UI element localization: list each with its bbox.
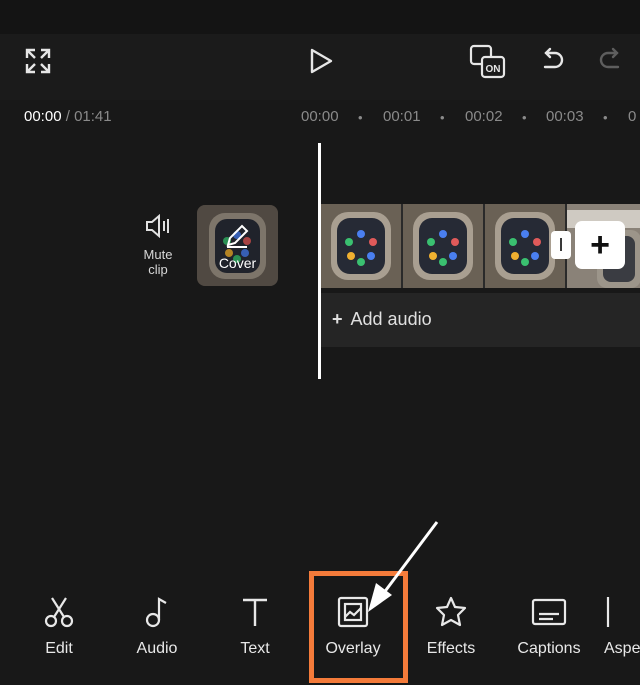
time-display: 00:00 / 01:41 (24, 108, 112, 125)
preview-on-icon[interactable]: ON (468, 42, 508, 80)
clip-frame (321, 204, 401, 288)
plus-icon: + (332, 309, 343, 329)
tool-label: Edit (45, 640, 73, 657)
clip-frame (403, 204, 483, 288)
ruler-tick: 00:03 (546, 108, 584, 125)
tool-edit[interactable]: Edit (13, 590, 105, 658)
tool-label: Effects (426, 640, 476, 657)
tool-audio[interactable]: Audio (111, 590, 203, 658)
fullscreen-icon[interactable] (22, 45, 54, 77)
cover-thumbnail[interactable]: Cover (197, 205, 278, 286)
tool-text[interactable]: Text (209, 590, 301, 658)
overlay-highlight-box (309, 571, 408, 683)
svg-text:ON: ON (486, 64, 501, 75)
ruler-tick: 00:00 (301, 108, 339, 125)
tool-label: Audio (136, 640, 178, 657)
ruler-tick: 00:01 (383, 108, 421, 125)
tool-captions[interactable]: Captions (503, 590, 595, 658)
tool-label: Aspe (604, 640, 640, 657)
speaker-icon (146, 213, 169, 239)
ruler-dot: • (522, 110, 527, 125)
ruler-dot: • (603, 110, 608, 125)
ruler-dot: • (440, 110, 445, 125)
ruler-tick: 00:02 (465, 108, 503, 125)
cover-label: Cover (218, 255, 257, 271)
play-icon[interactable] (304, 44, 338, 78)
top-toolbar: ON (0, 34, 640, 100)
current-time: 00:00 (24, 108, 62, 125)
tool-label: Text (240, 640, 270, 657)
music-note-icon (145, 597, 167, 628)
aspect-icon (606, 597, 610, 627)
ruler-dot: • (358, 110, 363, 125)
mute-label-line2: clip (148, 262, 168, 277)
pencil-icon (226, 224, 249, 248)
ruler-tick: 0 (628, 108, 637, 125)
time-separator: / (61, 108, 75, 125)
split-marker[interactable]: I (551, 231, 571, 259)
scissors-icon (44, 597, 74, 628)
add-clip-button[interactable]: + (575, 221, 625, 269)
mute-label-line1: Mute (143, 247, 173, 262)
tool-label: Captions (517, 640, 581, 657)
status-bar (0, 0, 640, 34)
redo-icon[interactable] (595, 44, 627, 76)
effects-star-icon (435, 596, 467, 627)
mute-clip-button[interactable]: Mute clip (136, 213, 180, 277)
undo-icon[interactable] (536, 44, 568, 76)
captions-icon (531, 598, 567, 626)
add-audio-button[interactable]: + Add audio (332, 309, 432, 330)
total-time: 01:41 (74, 108, 112, 125)
tool-effects[interactable]: Effects (405, 590, 497, 658)
tool-aspect[interactable]: Aspe (596, 590, 640, 658)
add-audio-label: Add audio (350, 309, 432, 329)
text-icon (243, 598, 267, 626)
